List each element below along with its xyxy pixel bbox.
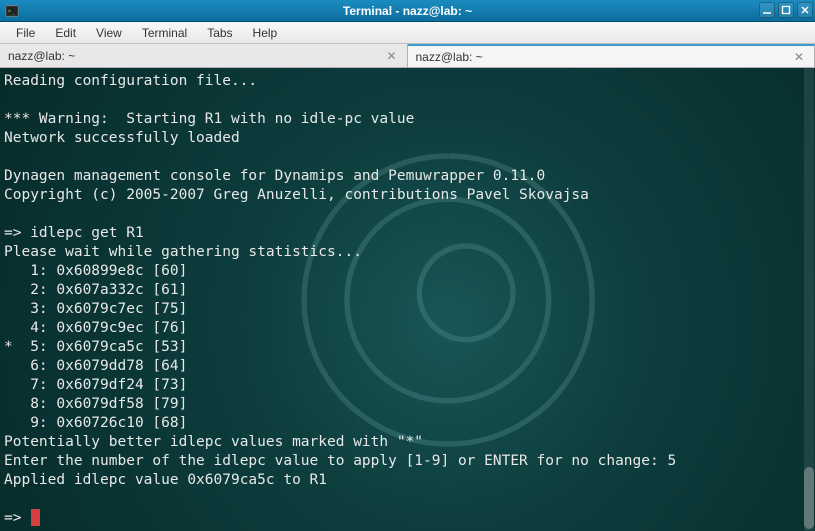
tab-1[interactable]: nazz@lab: ~ ✕ — [408, 44, 815, 67]
close-button[interactable] — [797, 2, 813, 18]
window-controls — [759, 2, 813, 18]
window-titlebar: >_ Terminal - nazz@lab: ~ — [0, 0, 815, 22]
scrollbar-thumb[interactable] — [804, 467, 814, 529]
menu-terminal[interactable]: Terminal — [132, 24, 197, 42]
terminal-cursor — [31, 509, 40, 526]
tab-label: nazz@lab: ~ — [8, 49, 75, 63]
menubar: File Edit View Terminal Tabs Help — [0, 22, 815, 44]
tab-label: nazz@lab: ~ — [416, 50, 483, 64]
window-title: Terminal - nazz@lab: ~ — [343, 4, 472, 18]
close-icon — [800, 5, 810, 15]
terminal-app-icon: >_ — [4, 3, 20, 19]
tab-close-button[interactable]: ✕ — [385, 49, 399, 63]
menu-edit[interactable]: Edit — [45, 24, 86, 42]
tabbar: nazz@lab: ~ ✕ nazz@lab: ~ ✕ — [0, 44, 815, 68]
tab-close-button[interactable]: ✕ — [792, 50, 806, 64]
terminal-viewport[interactable]: Reading configuration file... *** Warnin… — [0, 68, 815, 531]
menu-tabs[interactable]: Tabs — [197, 24, 242, 42]
svg-text:>_: >_ — [8, 8, 16, 15]
maximize-icon — [781, 5, 791, 15]
close-icon: ✕ — [386, 49, 396, 63]
menu-help[interactable]: Help — [243, 24, 288, 42]
close-icon: ✕ — [794, 50, 804, 64]
minimize-button[interactable] — [759, 2, 775, 18]
menu-view[interactable]: View — [86, 24, 132, 42]
tab-0[interactable]: nazz@lab: ~ ✕ — [0, 44, 408, 67]
menu-file[interactable]: File — [6, 24, 45, 42]
minimize-icon — [762, 5, 772, 15]
maximize-button[interactable] — [778, 2, 794, 18]
scrollbar-vertical[interactable] — [804, 68, 814, 531]
terminal-output: Reading configuration file... *** Warnin… — [4, 72, 811, 528]
